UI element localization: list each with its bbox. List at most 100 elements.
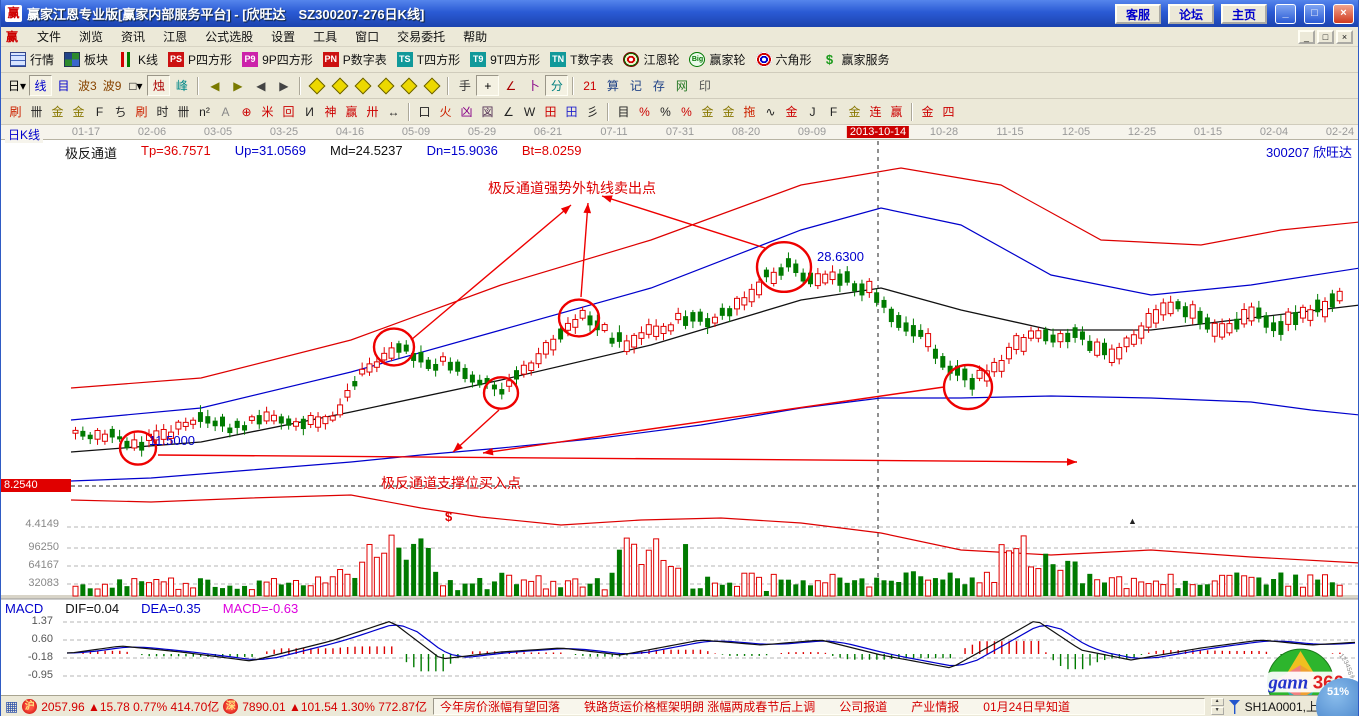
kline-red-tool[interactable]: 烛 xyxy=(147,75,170,96)
menu-item-资讯[interactable]: 资讯 xyxy=(112,27,154,46)
menu-item-工具[interactable]: 工具 xyxy=(304,27,346,46)
service-button[interactable]: 客服 xyxy=(1115,4,1161,24)
box-tool[interactable]: 口 xyxy=(414,102,435,122)
ying-tool[interactable]: 赢 xyxy=(341,102,362,122)
pan-tool[interactable]: 手 xyxy=(453,75,476,96)
print-tool[interactable]: 印 xyxy=(693,75,716,96)
toolbar-market-grid[interactable]: 行情 xyxy=(5,49,59,70)
toolbar-hexagon[interactable]: 六角形 xyxy=(751,49,817,70)
comb-tool[interactable]: 卌 xyxy=(173,102,194,122)
width-tool[interactable]: ↔ xyxy=(383,102,404,122)
wave-9-tool[interactable]: 波9 xyxy=(100,75,125,96)
shen-tool[interactable]: 神 xyxy=(320,102,341,122)
star-tool[interactable]: 米 xyxy=(257,102,278,122)
toolbar-T9[interactable]: T99T四方形 xyxy=(465,49,545,70)
save-tool[interactable]: 存 xyxy=(647,75,670,96)
distribution-tool[interactable]: 峰 xyxy=(170,75,193,96)
menu-item-公式选股[interactable]: 公式选股 xyxy=(196,27,262,46)
shanghai-index[interactable]: 2057.96 ▲15.78 0.77% 414.70亿 xyxy=(41,698,219,715)
speed-angle-tool[interactable]: 连 xyxy=(865,102,886,122)
square-red-tool[interactable]: 回 xyxy=(278,102,299,122)
title-bar[interactable]: 赢 赢家江恩专业版[赢家内部服务平台] - [欣旺达 SZ300207-276日… xyxy=(1,0,1358,27)
next-bar[interactable]: ▶ xyxy=(272,75,295,96)
mdi-restore-button[interactable]: □ xyxy=(1317,30,1334,44)
f-angle-tool[interactable]: F xyxy=(823,102,844,122)
homepage-button[interactable]: 主页 xyxy=(1221,4,1267,24)
candle-style-dropdown[interactable]: □▾ xyxy=(124,75,147,96)
toolbar-PN[interactable]: PNP数字表 xyxy=(318,49,392,70)
menu-item-窗口[interactable]: 窗口 xyxy=(346,27,388,46)
spiral-tool[interactable]: ち xyxy=(110,102,131,122)
close-button[interactable]: × xyxy=(1333,4,1354,24)
grid-blue-tool[interactable]: 田 xyxy=(561,102,582,122)
brush2-tool[interactable]: 拖 xyxy=(739,102,760,122)
menu-item-设置[interactable]: 设置 xyxy=(262,27,304,46)
gold-angle2-tool[interactable]: 金 xyxy=(917,102,938,122)
j-angle-tool[interactable]: J xyxy=(802,102,823,122)
angle-line-tool[interactable]: ∠ xyxy=(498,102,519,122)
percent-red-tool[interactable]: % xyxy=(634,102,655,122)
gold-comb-tool-1[interactable]: 金 xyxy=(47,102,68,122)
zoom-h-shrink[interactable] xyxy=(374,75,397,96)
calculator-tool[interactable]: 算 xyxy=(601,75,624,96)
toolbar-big-wheel[interactable]: Big赢家轮 xyxy=(684,49,750,70)
notes-tool[interactable]: 记 xyxy=(624,75,647,96)
toolbar-PS[interactable]: PSP四方形 xyxy=(163,49,237,70)
fan-purple-tool[interactable]: 凶 xyxy=(456,102,477,122)
zoom-all[interactable] xyxy=(397,75,420,96)
quote-grid-icon[interactable]: ▦ xyxy=(5,699,18,713)
menu-item-江恩[interactable]: 江恩 xyxy=(154,27,196,46)
toolbar-TS[interactable]: TST四方形 xyxy=(392,49,465,70)
target-tool[interactable]: ⊕ xyxy=(236,102,257,122)
maximize-button[interactable]: □ xyxy=(1304,4,1325,24)
toolbar-blocks[interactable]: 板块 xyxy=(59,49,113,70)
menu-item-文件[interactable]: 文件 xyxy=(28,27,70,46)
sine-tool[interactable]: ∿ xyxy=(760,102,781,122)
info-note-tool[interactable]: 目 xyxy=(52,75,75,96)
percent-tool[interactable]: % xyxy=(655,102,676,122)
toolbar-gann-wheel[interactable]: 江恩轮 xyxy=(618,49,684,70)
ying-angle-tool[interactable]: 赢 xyxy=(886,102,907,122)
segment-tool[interactable]: 分 xyxy=(545,75,568,96)
zoom-right[interactable] xyxy=(328,75,351,96)
spinner-up-icon[interactable]: ▲ xyxy=(1211,698,1224,706)
measure-angle-tool[interactable]: ∠ xyxy=(499,75,522,96)
line-chart-tool[interactable]: 线 xyxy=(29,75,52,96)
zoom-h-expand[interactable] xyxy=(351,75,374,96)
zoom-left[interactable] xyxy=(305,75,328,96)
clock-cycle-tool[interactable]: 时 xyxy=(152,102,173,122)
brush-red-tool[interactable]: 刷 xyxy=(131,102,152,122)
angle-a-tool[interactable]: A xyxy=(215,102,236,122)
four-angle-tool[interactable]: 四 xyxy=(938,102,959,122)
period-day-dropdown[interactable]: 日▾ xyxy=(5,75,29,96)
gold-line-tool[interactable]: 金 xyxy=(718,102,739,122)
gold-circle-tool[interactable]: 金 xyxy=(697,102,718,122)
news-ticker[interactable]: 今年房价涨幅有望回落 铁路货运价格框架明朗 涨幅两成春节后上调 公司报道 产业情… xyxy=(433,698,1205,715)
shenzhen-index[interactable]: 7890.01 ▲101.54 1.30% 772.87亿 xyxy=(242,698,427,715)
gold-comb-tool-2[interactable]: 金 xyxy=(68,102,89,122)
fib-f-tool[interactable]: F xyxy=(89,102,110,122)
zoom-fit[interactable] xyxy=(420,75,443,96)
percent-box-tool[interactable]: 目 xyxy=(613,102,634,122)
fan-grid-tool[interactable]: 図 xyxy=(477,102,498,122)
cycle-red-tool[interactable]: 卅 xyxy=(362,102,383,122)
w-wave-tool[interactable]: W xyxy=(519,102,540,122)
toolbar-service[interactable]: $赢家服务 xyxy=(817,49,895,70)
minimize-button[interactable]: _ xyxy=(1275,4,1296,24)
wave-3-tool[interactable]: 波3 xyxy=(75,75,100,96)
n-wave-tool[interactable]: И xyxy=(299,102,320,122)
toolbar-P9[interactable]: P99P四方形 xyxy=(237,49,318,70)
menu-item-浏览[interactable]: 浏览 xyxy=(70,27,112,46)
parallel-tool[interactable]: 彡 xyxy=(582,102,603,122)
last-bar[interactable]: ▶ xyxy=(226,75,249,96)
mdi-minimize-button[interactable]: _ xyxy=(1298,30,1315,44)
chart-panel[interactable]: 01-1702-0603-0503-2504-1605-0905-2906-21… xyxy=(1,125,1358,695)
first-bar[interactable]: ◀ xyxy=(203,75,226,96)
spinner-down-icon[interactable]: ▼ xyxy=(1211,707,1224,715)
crosshair-tool[interactable]: + xyxy=(476,75,499,96)
forum-button[interactable]: 论坛 xyxy=(1168,4,1214,24)
percent-line-tool[interactable]: % xyxy=(676,102,697,122)
date-axis[interactable]: 01-1702-0603-0503-2504-1605-0905-2906-21… xyxy=(1,125,1358,140)
toolbar-TN[interactable]: TNT数字表 xyxy=(545,49,618,70)
mdi-close-button[interactable]: × xyxy=(1336,30,1353,44)
